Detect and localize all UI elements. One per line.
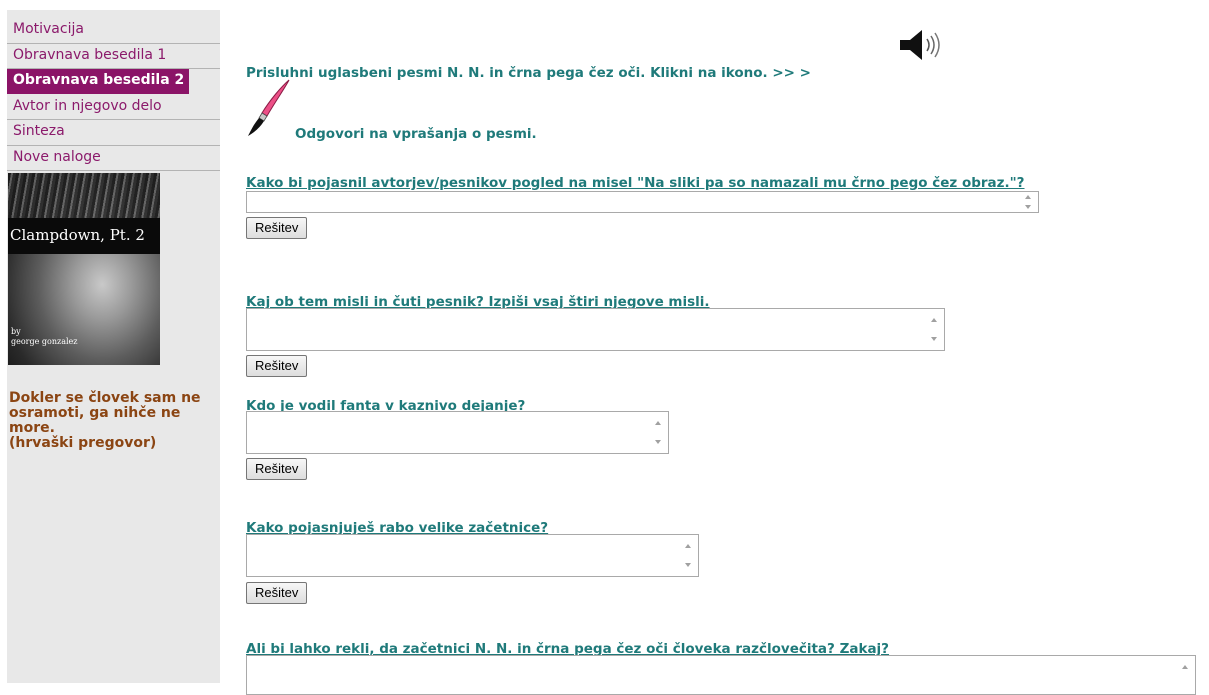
- sidebar-item-nove-naloge[interactable]: Nove naloge: [7, 146, 220, 171]
- answer-field-5[interactable]: [246, 655, 1196, 695]
- proverb-quote: Dokler se človek sam ne osramoti, ga nih…: [9, 391, 221, 451]
- quote-source: (hrvaški pregovor): [9, 435, 157, 451]
- cover-by: by: [11, 327, 21, 336]
- solution-button-2[interactable]: Rešitev: [246, 355, 308, 377]
- scrollbar[interactable]: [1021, 192, 1038, 212]
- sidebar-menu: Motivacija Obravnava besedila 1 Obravnav…: [7, 18, 220, 171]
- cover-title: Clampdown, Pt. 2: [10, 226, 145, 244]
- sidebar-item-sinteza[interactable]: Sinteza: [7, 120, 220, 146]
- book-cover-image: Clampdown, Pt. 2 by george gonzalez: [8, 173, 160, 365]
- listen-instruction: Prisluhni uglasbeni pesmi N. N. in črna …: [246, 65, 811, 81]
- quote-line: Dokler se človek sam ne: [9, 390, 201, 406]
- scroll-up-icon[interactable]: [685, 544, 691, 548]
- scroll-down-icon[interactable]: [655, 440, 661, 444]
- answer-field-2[interactable]: [246, 308, 945, 351]
- sidebar-item-motivacija[interactable]: Motivacija: [7, 18, 220, 44]
- solution-button-3[interactable]: Rešitev: [246, 458, 308, 480]
- solution-button-1[interactable]: Rešitev: [246, 217, 308, 239]
- sidebar-item-obravnava-1[interactable]: Obravnava besedila 1: [7, 44, 220, 69]
- solution-button-4[interactable]: Rešitev: [246, 582, 308, 604]
- scroll-down-icon[interactable]: [1025, 205, 1031, 209]
- scrollbar[interactable]: [927, 309, 944, 350]
- cover-author-name: george gonzalez: [11, 337, 78, 346]
- cover-author: by george gonzalez: [11, 327, 77, 347]
- speaker-icon[interactable]: [898, 28, 942, 62]
- sidebar: Motivacija Obravnava besedila 1 Obravnav…: [7, 10, 220, 683]
- sidebar-item-avtor[interactable]: Avtor in njegovo delo: [7, 95, 220, 120]
- question-1: Kako bi pojasnil avtorjev/pesnikov pogle…: [246, 175, 1025, 191]
- scrollbar[interactable]: [651, 412, 668, 453]
- scroll-down-icon[interactable]: [931, 337, 937, 341]
- scroll-up-icon[interactable]: [931, 318, 937, 322]
- scrollbar[interactable]: [1178, 656, 1195, 694]
- answer-instruction: Odgovori na vprašanja o pesmi.: [295, 126, 537, 142]
- scroll-up-icon[interactable]: [1182, 665, 1188, 669]
- quote-line: more.: [9, 420, 55, 436]
- scroll-up-icon[interactable]: [655, 421, 661, 425]
- scroll-down-icon[interactable]: [685, 563, 691, 567]
- scroll-up-icon[interactable]: [1025, 195, 1031, 199]
- answer-field-4[interactable]: [246, 534, 699, 577]
- paintbrush-icon: [248, 79, 290, 136]
- sidebar-item-obravnava-2[interactable]: Obravnava besedila 2: [7, 69, 189, 95]
- scrollbar[interactable]: [681, 535, 698, 576]
- quote-line: osramoti, ga nihče ne: [9, 405, 181, 421]
- answer-field-1[interactable]: [246, 191, 1039, 213]
- answer-field-3[interactable]: [246, 411, 669, 454]
